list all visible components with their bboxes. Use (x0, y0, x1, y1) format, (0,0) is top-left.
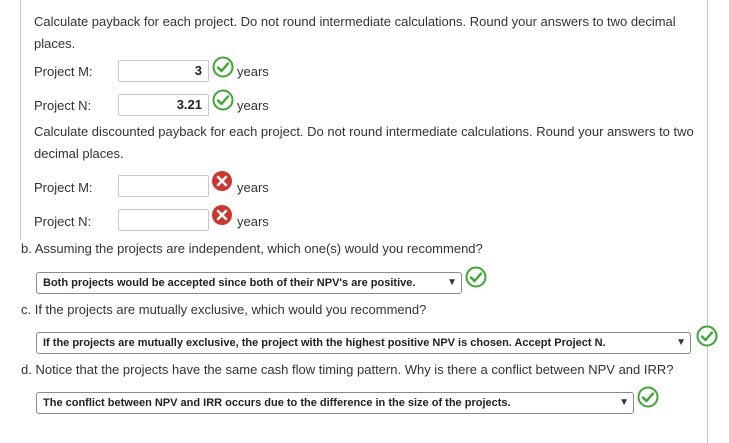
check-circle-icon (212, 56, 234, 78)
chevron-down-icon: ▼ (676, 337, 686, 348)
part-b-dropdown[interactable]: Both projects would be accepted since bo… (36, 272, 462, 294)
discounted-project-n-unit: years (237, 214, 269, 229)
discounted-project-m-unit: years (237, 180, 269, 195)
check-circle-icon (696, 325, 718, 347)
chevron-down-icon: ▼ (619, 397, 629, 408)
payback-project-m-unit: years (237, 64, 269, 79)
chevron-down-icon: ▼ (447, 277, 457, 288)
payback-project-m-input[interactable]: 3 (118, 60, 209, 82)
discounted-payback-instruction: Calculate discounted payback for each pr… (34, 124, 694, 161)
check-circle-icon (465, 266, 487, 288)
discounted-project-n-label: Project N: (34, 214, 92, 229)
payback-project-n-label: Project N: (34, 98, 92, 113)
part-b-question: b. Assuming the projects are independent… (21, 241, 483, 256)
left-border (20, 0, 21, 240)
x-circle-icon (212, 171, 232, 191)
discounted-project-n-input[interactable] (118, 209, 209, 231)
payback-project-n-input[interactable]: 3.21 (118, 94, 209, 116)
part-c-question: c. If the projects are mutually exclusiv… (21, 302, 427, 317)
part-c-selected-value: If the projects are mutually exclusive, … (43, 337, 606, 349)
x-circle-icon (212, 205, 232, 225)
payback-project-n-unit: years (237, 98, 269, 113)
part-b-selected-value: Both projects would be accepted since bo… (43, 277, 416, 289)
part-d-dropdown[interactable]: The conflict between NPV and IRR occurs … (36, 392, 634, 414)
part-d-selected-value: The conflict between NPV and IRR occurs … (43, 397, 511, 409)
check-circle-icon (637, 386, 659, 408)
part-c-dropdown[interactable]: If the projects are mutually exclusive, … (36, 332, 691, 354)
check-circle-icon (212, 89, 234, 111)
right-border (707, 0, 708, 443)
payback-instruction: Calculate payback for each project. Do n… (34, 14, 676, 51)
discounted-project-m-label: Project M: (34, 180, 93, 195)
part-d-question: d. Notice that the projects have the sam… (21, 362, 674, 377)
discounted-project-m-input[interactable] (118, 175, 209, 197)
payback-project-m-label: Project M: (34, 64, 93, 79)
